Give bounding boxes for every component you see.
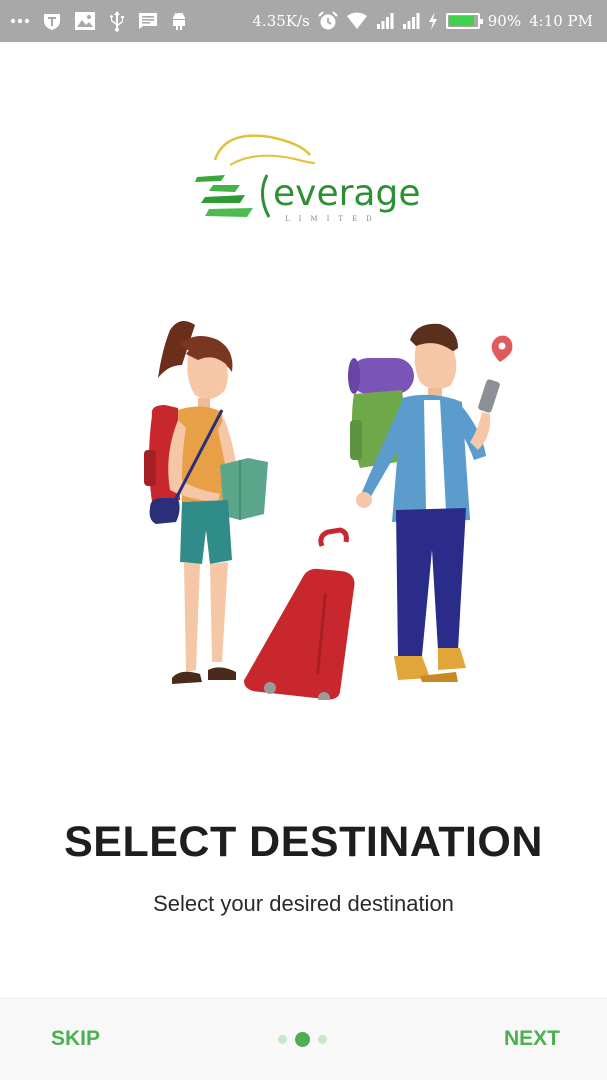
clock: 4:10 PM xyxy=(529,12,593,30)
status-bar-right: 4.35K/s 90% 4:10 PM xyxy=(252,0,593,42)
onboarding-footer: SKIP NEXT xyxy=(0,998,607,1080)
page-dot-2-active[interactable] xyxy=(295,1032,310,1047)
charging-icon xyxy=(428,12,438,30)
android-icon xyxy=(170,11,188,31)
alarm-icon xyxy=(318,11,338,31)
travelers-illustration xyxy=(140,310,520,704)
company-logo: everage LIMITED xyxy=(185,125,420,230)
wifi-icon xyxy=(346,12,368,30)
usb-icon xyxy=(108,10,126,32)
message-icon xyxy=(138,12,158,30)
page-dot-1[interactable] xyxy=(278,1035,287,1044)
vpn-icon xyxy=(42,11,62,31)
battery-icon xyxy=(445,13,483,29)
status-bar: 4.35K/s 90% 4:10 PM xyxy=(0,0,607,42)
gallery-icon xyxy=(74,11,96,31)
logo-tagline: LIMITED xyxy=(285,215,381,223)
onboarding-subtitle: Select your desired destination xyxy=(153,891,454,916)
more-icon xyxy=(10,18,30,24)
page-indicator xyxy=(278,1032,327,1047)
battery-percent: 90% xyxy=(487,12,522,30)
page-dot-3[interactable] xyxy=(318,1035,327,1044)
battery-level xyxy=(448,16,474,26)
signal-icon xyxy=(402,12,420,30)
next-button[interactable]: NEXT xyxy=(504,1027,560,1051)
signal-icon xyxy=(376,12,394,30)
onboarding-title: SELECT DESTINATION xyxy=(64,818,543,866)
status-bar-left xyxy=(10,0,188,42)
skip-button[interactable]: SKIP xyxy=(51,1027,100,1051)
network-speed: 4.35K/s xyxy=(252,12,310,30)
logo-wordmark: everage xyxy=(273,173,420,214)
